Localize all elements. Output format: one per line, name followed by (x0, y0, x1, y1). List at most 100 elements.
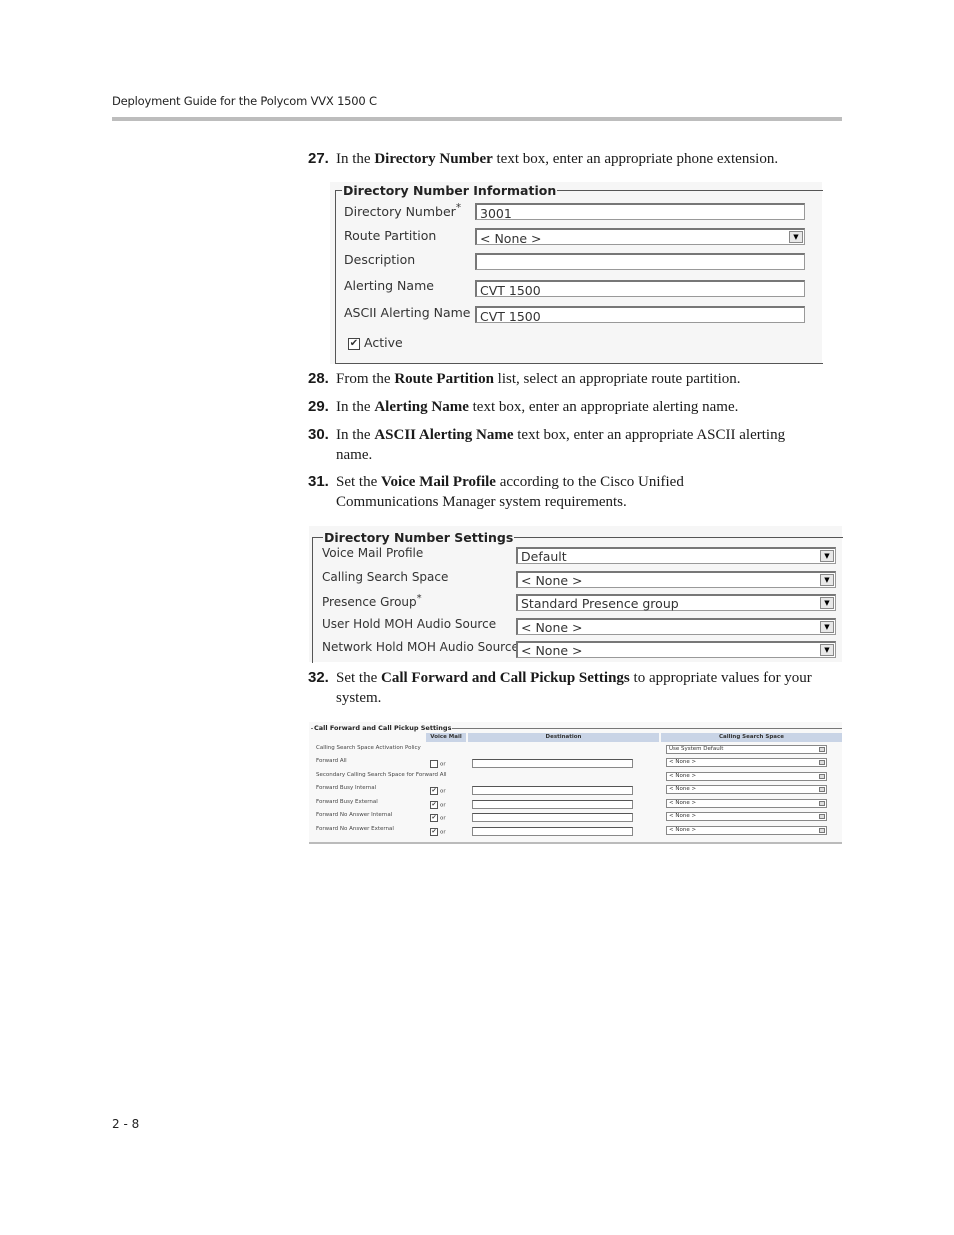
or-label: or (440, 829, 446, 836)
selected-value: < None > (669, 827, 697, 833)
step-number: 30. (308, 426, 329, 443)
dropdown-arrow-icon[interactable]: ▼ (820, 550, 834, 562)
column-header-destination: Destination (468, 733, 659, 742)
step-text: From the (336, 371, 395, 387)
network-hold-moh-select[interactable]: < None > ▼ (516, 641, 836, 658)
calling-search-space-select[interactable]: < None > (666, 826, 827, 835)
selected-value: < None > (669, 759, 697, 765)
dropdown-arrow-icon[interactable] (819, 787, 825, 792)
alerting-name-input[interactable]: CVT 1500 (475, 280, 805, 298)
step-ui-term: Directory Number (374, 151, 493, 167)
field-label-presence-group: Presence Group* (322, 593, 422, 609)
step-27: 27. In the Directory Number text box, en… (308, 149, 848, 169)
voice-mail-checkbox[interactable]: ✔ (430, 787, 438, 795)
step-text: Set the (336, 670, 381, 686)
step-31: 31. Set the Voice Mail Profile according… (308, 472, 758, 512)
calling-search-space-select[interactable]: Use System Default (666, 745, 827, 754)
voice-mail-profile-select[interactable]: Default ▼ (516, 547, 836, 564)
voice-mail-checkbox[interactable]: ✔ (430, 801, 438, 809)
ascii-alerting-name-input[interactable]: CVT 1500 (475, 306, 805, 324)
dropdown-arrow-icon[interactable] (819, 747, 825, 752)
field-label-route-partition: Route Partition (344, 228, 437, 243)
dropdown-arrow-icon[interactable] (819, 774, 825, 779)
calling-search-space-select[interactable]: < None > (666, 758, 827, 767)
step-number: 31. (308, 473, 329, 490)
step-ui-term: ASCII Alerting Name (374, 427, 514, 443)
active-checkbox-row[interactable]: ✔ Active (348, 335, 403, 350)
voice-mail-checkbox-group[interactable]: ✔ or (430, 801, 446, 809)
selected-value: Default (521, 549, 567, 564)
directory-number-input[interactable]: 3001 (475, 203, 805, 221)
or-label: or (440, 788, 446, 795)
step-number: 32. (308, 669, 329, 686)
destination-input[interactable] (472, 827, 633, 836)
call-forward-row-label: Forward Busy External (316, 799, 378, 805)
call-forward-row-label: Forward No Answer External (316, 826, 394, 832)
step-32: 32. Set the Call Forward and Call Pickup… (308, 668, 848, 708)
calling-search-space-select[interactable]: < None > ▼ (516, 571, 836, 588)
description-input[interactable] (475, 253, 805, 270)
dropdown-arrow-icon[interactable]: ▼ (789, 231, 803, 243)
step-text: text box, enter an appropriate phone ext… (492, 151, 779, 167)
voice-mail-checkbox-group[interactable]: ✔ or (430, 814, 446, 822)
dropdown-arrow-icon[interactable] (819, 814, 825, 819)
selected-value: < None > (521, 643, 583, 658)
dropdown-arrow-icon[interactable] (819, 760, 825, 765)
call-forward-row-label: Forward No Answer Internal (316, 812, 393, 818)
selected-value: < None > (669, 800, 697, 806)
destination-input[interactable] (472, 800, 633, 809)
calling-search-space-select[interactable]: < None > (666, 812, 827, 821)
active-checkbox[interactable]: ✔ (348, 337, 360, 350)
call-forward-row-label: Forward All (316, 758, 347, 764)
step-text: list, select an appropriate route partit… (493, 371, 741, 387)
running-header: Deployment Guide for the Polycom VVX 150… (112, 94, 377, 108)
presence-group-select[interactable]: Standard Presence group ▼ (516, 594, 836, 611)
field-label-directory-number: Directory Number* (344, 202, 462, 220)
dropdown-arrow-icon[interactable] (819, 801, 825, 806)
destination-input[interactable] (472, 786, 633, 795)
selected-value: Use System Default (669, 746, 724, 752)
field-label-voice-mail-profile: Voice Mail Profile (322, 546, 424, 560)
voice-mail-checkbox-group[interactable]: ✔ or (430, 828, 446, 836)
step-text: In the (336, 151, 375, 167)
step-number: 27. (308, 150, 329, 167)
field-label-calling-search-space: Calling Search Space (322, 570, 449, 584)
voice-mail-checkbox-group[interactable]: ✔ or (430, 787, 446, 795)
selected-value: < None > (669, 786, 697, 792)
field-label-alerting-name: Alerting Name (344, 278, 434, 293)
selected-value: < None > (521, 620, 583, 635)
destination-input[interactable] (472, 813, 633, 822)
dropdown-arrow-icon[interactable]: ▼ (820, 621, 834, 633)
destination-input[interactable] (472, 759, 633, 768)
selected-value: < None > (669, 813, 697, 819)
panel-legend: Directory Number Settings (323, 530, 515, 545)
field-label-ascii-alerting-name: ASCII Alerting Name (344, 305, 471, 320)
route-partition-select[interactable]: < None > ▼ (475, 228, 805, 246)
dropdown-arrow-icon[interactable]: ▼ (820, 574, 834, 586)
voice-mail-checkbox[interactable] (430, 760, 438, 768)
dropdown-arrow-icon[interactable]: ▼ (820, 597, 834, 609)
column-header-calling-search-space: Calling Search Space (661, 733, 842, 742)
voice-mail-checkbox-group[interactable]: or (430, 760, 446, 768)
selected-value: Standard Presence group (521, 596, 679, 611)
field-label-description: Description (344, 252, 416, 267)
calling-search-space-select[interactable]: < None > (666, 785, 827, 794)
or-label: or (440, 815, 446, 822)
voice-mail-checkbox[interactable]: ✔ (430, 814, 438, 822)
call-forward-row-label: Calling Search Space Activation Policy (316, 745, 421, 751)
page-number: 2 - 8 (112, 1117, 140, 1131)
call-forward-row-label: Secondary Calling Search Space for Forwa… (316, 772, 447, 778)
step-ui-term: Alerting Name (374, 399, 469, 415)
dropdown-arrow-icon[interactable] (819, 828, 825, 833)
calling-search-space-select[interactable]: < None > (666, 772, 827, 781)
or-label: or (440, 802, 446, 809)
field-label-user-hold-moh: User Hold MOH Audio Source (322, 617, 497, 631)
step-number: 29. (308, 398, 329, 415)
voice-mail-checkbox[interactable]: ✔ (430, 828, 438, 836)
dropdown-arrow-icon[interactable]: ▼ (820, 644, 834, 656)
directory-number-settings-panel: Directory Number Settings Voice Mail Pro… (309, 526, 843, 663)
calling-search-space-select[interactable]: < None > (666, 799, 827, 808)
user-hold-moh-select[interactable]: < None > ▼ (516, 618, 836, 635)
selected-value: < None > (521, 573, 583, 588)
column-header-voice-mail: Voice Mail (426, 733, 466, 742)
